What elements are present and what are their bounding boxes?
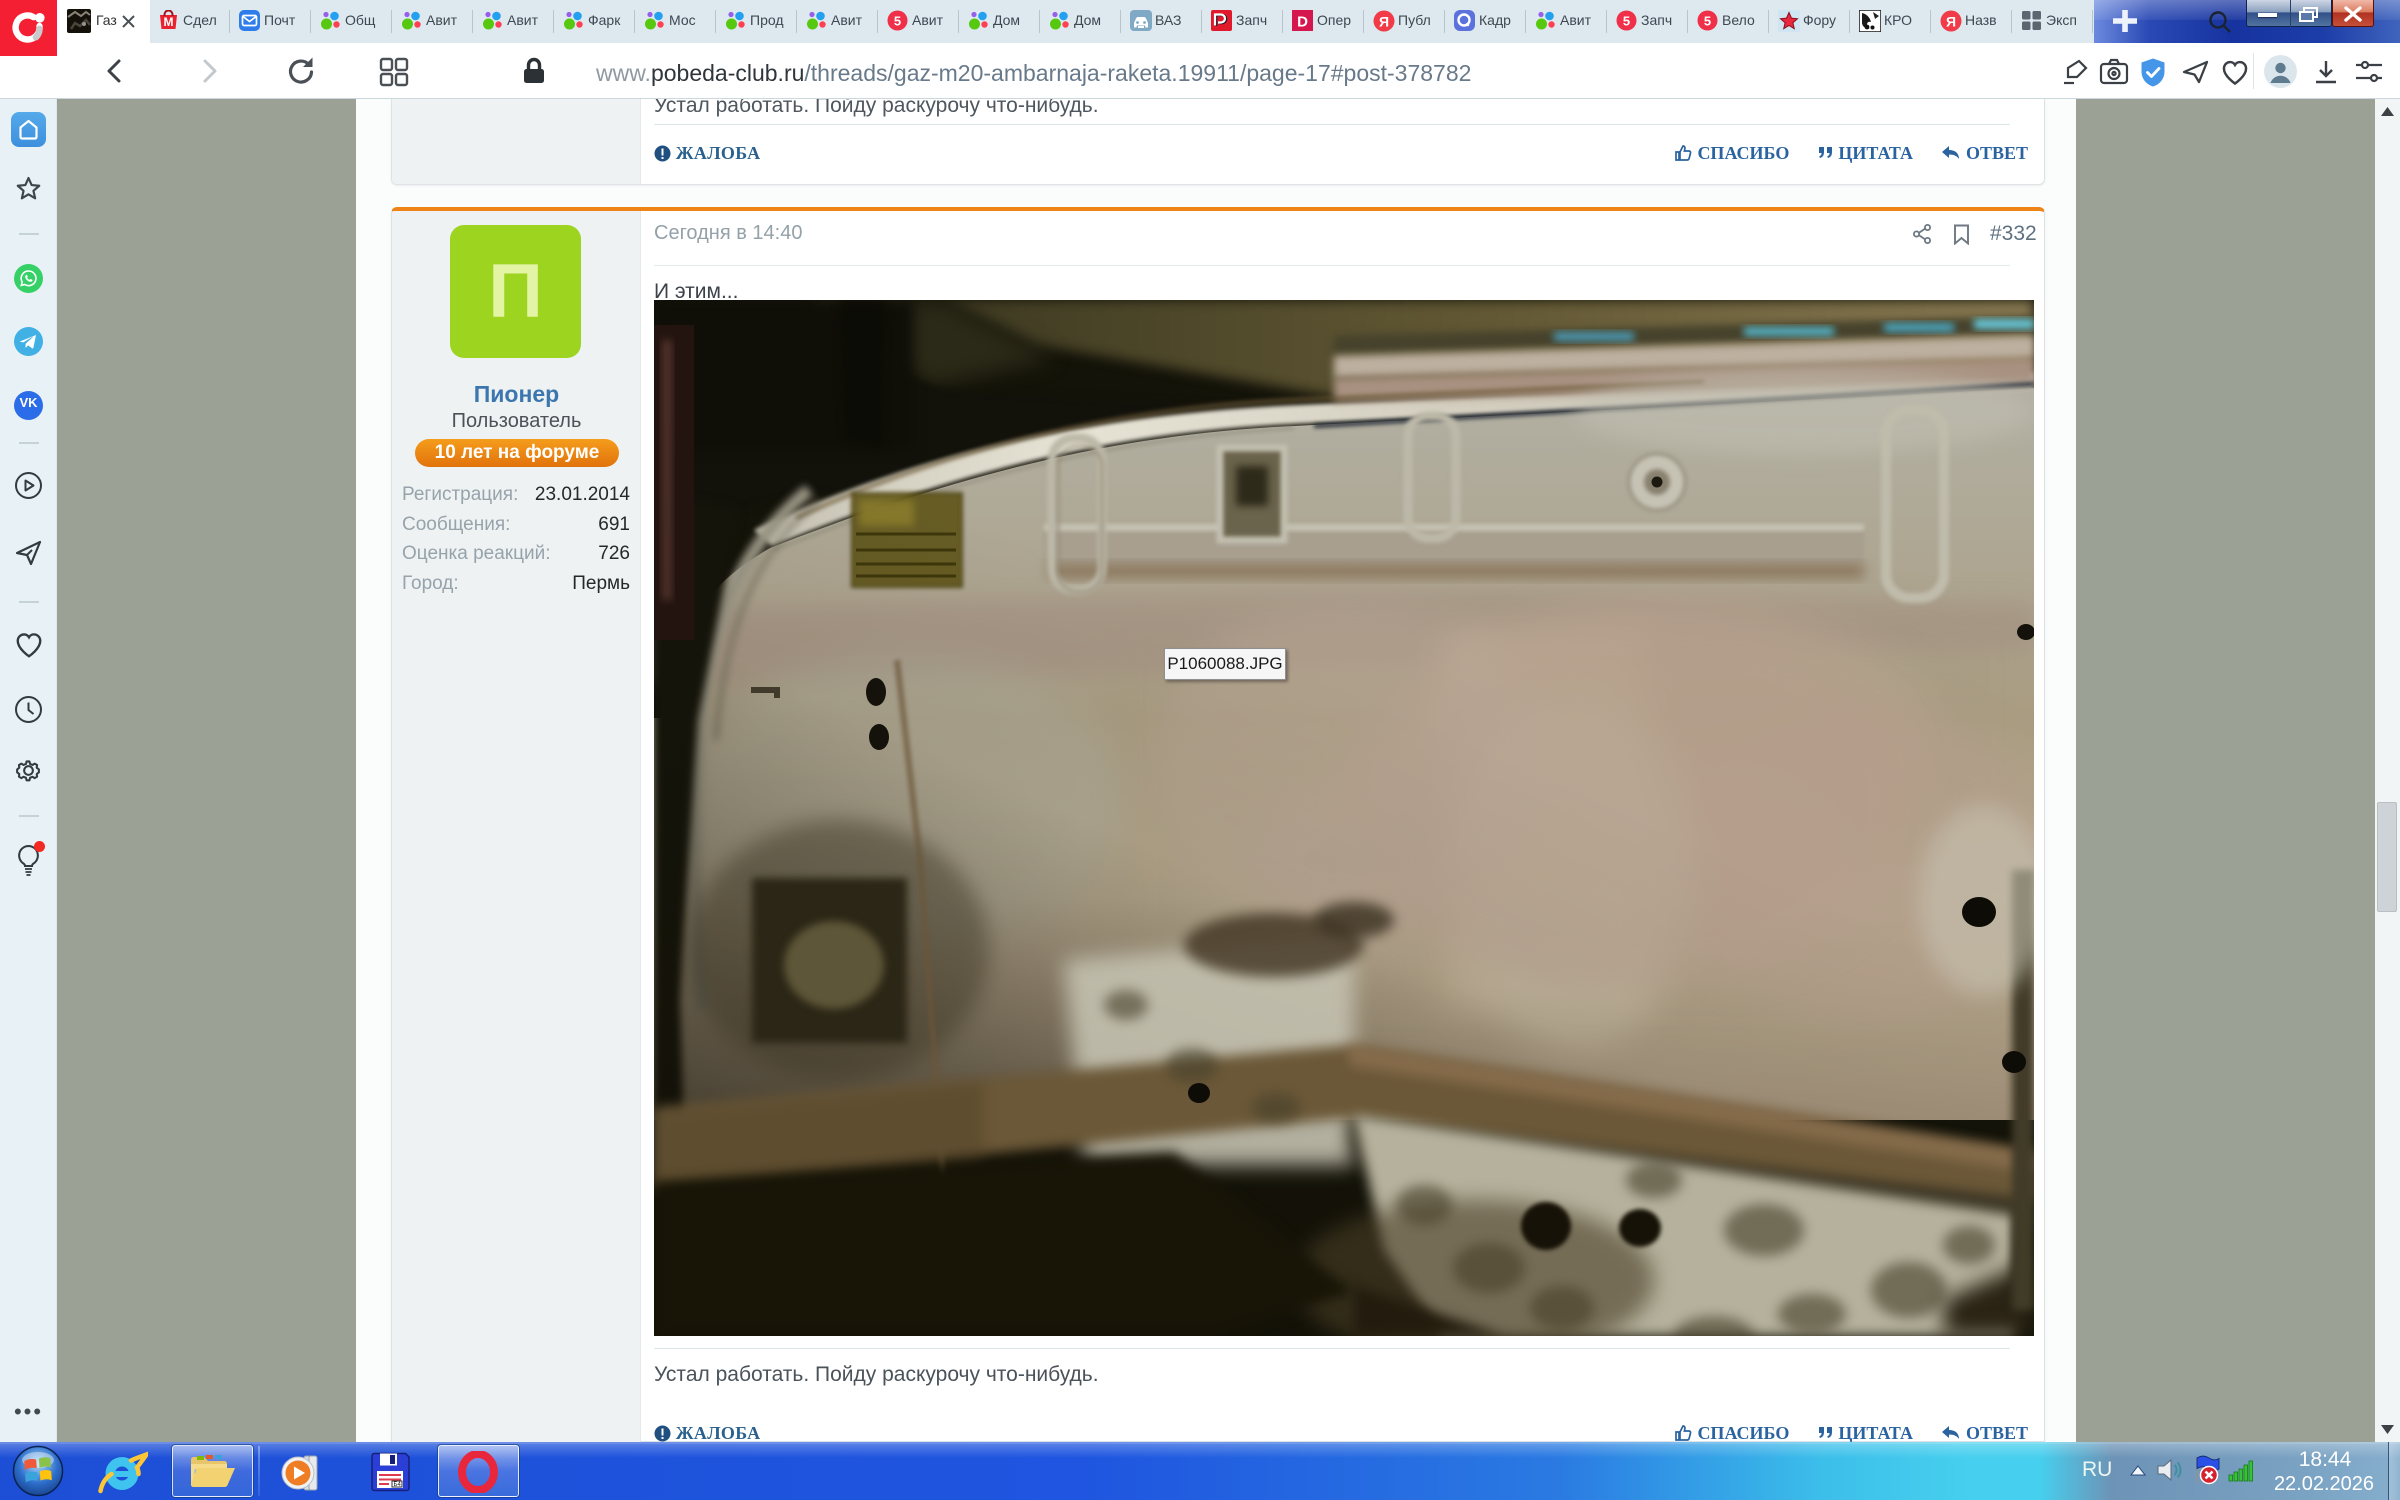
svg-text:Я: Я [1946,14,1956,30]
svg-text:5: 5 [1704,14,1711,29]
svg-text:Б4: Б4 [394,1482,402,1488]
svg-text:D: D [1297,14,1308,31]
svg-text:Я: Я [1379,14,1389,30]
svg-text:5: 5 [1623,14,1630,29]
svg-text:5: 5 [894,14,901,29]
svg-text:М: М [164,15,174,29]
